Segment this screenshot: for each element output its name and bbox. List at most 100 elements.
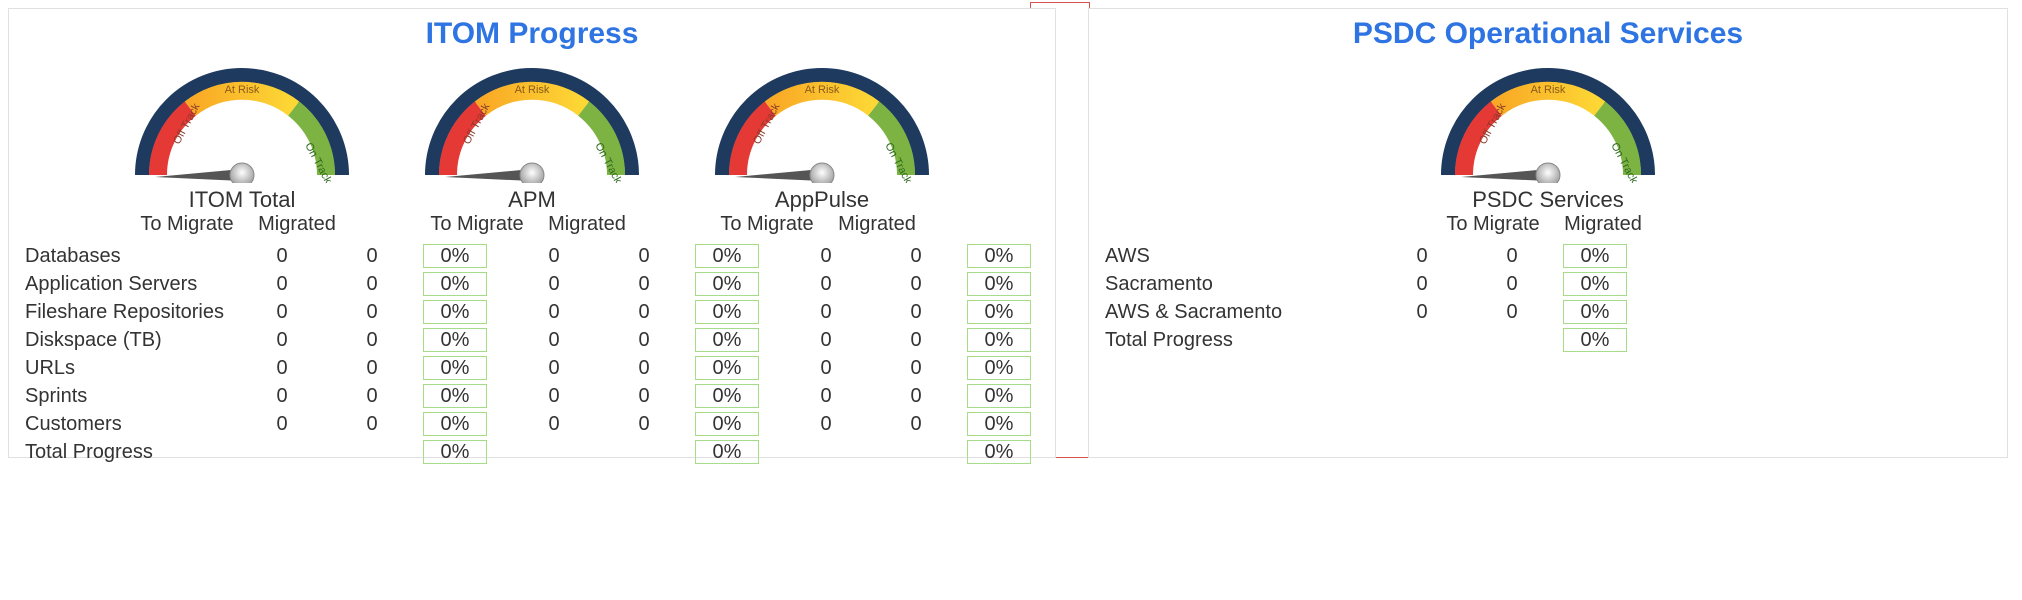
gauge-icon: Off Track At Risk On Track	[417, 57, 647, 183]
table-row: 000%	[235, 270, 489, 298]
cell-migrated: 0	[599, 385, 689, 408]
cell-migrated: 0	[327, 245, 417, 268]
table-row: 000%	[779, 354, 1033, 382]
cell-to-migrate: 0	[237, 273, 327, 296]
gauge-name: PSDC Services	[1472, 187, 1624, 213]
psdc-row-labels: AWSSacramentoAWS & SacramentoTotal Progr…	[1105, 242, 1315, 354]
header-migrated: Migrated	[247, 213, 347, 236]
gauge-needle	[445, 169, 532, 181]
cell-migrated: 0	[871, 301, 961, 324]
cell-migrated: 0	[599, 413, 689, 436]
header-to-migrate: To Migrate	[137, 213, 237, 236]
cell-migrated: 0	[599, 357, 689, 380]
cell-percent: 0%	[423, 412, 487, 436]
table-row: 000%	[779, 326, 1033, 354]
header-migrated: Migrated	[1553, 213, 1653, 236]
table-row: 000%	[1375, 242, 1629, 270]
cell-migrated: 0	[1467, 245, 1557, 268]
column-headers: To Migrate Migrated	[1443, 213, 1653, 236]
cell-migrated: 0	[1467, 301, 1557, 324]
cell-percent: 0%	[1563, 244, 1627, 268]
gauge-block: Off Track At Risk On Track APM To Migrat…	[407, 57, 657, 236]
cell-migrated: 0	[327, 273, 417, 296]
table-row: 0%	[507, 438, 761, 466]
cell-migrated: 0	[871, 357, 961, 380]
gauge-needle	[1461, 169, 1548, 181]
row-label: AWS & Sacramento	[1105, 298, 1315, 326]
table-row: 000%	[1375, 270, 1629, 298]
gauge-label-mid: At Risk	[515, 84, 550, 96]
table-row: 000%	[507, 410, 761, 438]
group-column: 000%000%000%0%	[1375, 242, 1629, 354]
gauge-hub	[810, 163, 834, 183]
gauge-block: Off Track At Risk On Track ITOM Total To…	[117, 57, 367, 236]
group-column: 000%000%000%000%000%000%000%0%	[507, 242, 761, 466]
itom-panel: ITOM Progress Off Track At Risk On Track…	[8, 8, 1056, 458]
cell-percent: 0%	[423, 328, 487, 352]
table-row: 000%	[507, 354, 761, 382]
table-row: 000%	[507, 270, 761, 298]
cell-migrated: 0	[1467, 273, 1557, 296]
table-row: 000%	[235, 410, 489, 438]
gauge-name: AppPulse	[775, 187, 869, 213]
gauge-label-mid: At Risk	[805, 84, 840, 96]
cell-percent: 0%	[423, 356, 487, 380]
cell-percent: 0%	[423, 384, 487, 408]
row-label: Customers	[25, 410, 235, 438]
table-row: 0%	[1375, 326, 1629, 354]
gauge-hub	[230, 163, 254, 183]
psdc-panel: PSDC Operational Services Off Track At R…	[1088, 8, 2008, 458]
cell-percent: 0%	[695, 384, 759, 408]
cell-to-migrate: 0	[1377, 301, 1467, 324]
cell-percent: 0%	[1563, 300, 1627, 324]
table-row: 000%	[507, 326, 761, 354]
header-to-migrate: To Migrate	[717, 213, 817, 236]
cell-percent: 0%	[967, 384, 1031, 408]
cell-to-migrate: 0	[237, 385, 327, 408]
cell-to-migrate: 0	[237, 245, 327, 268]
cell-percent: 0%	[967, 244, 1031, 268]
table-row: 00 0%	[1375, 298, 1629, 326]
psdc-gauges-row: Off Track At Risk On Track PSDC Services…	[1089, 57, 2007, 236]
group-column: 000%000%000%000%000%000%000%0%	[779, 242, 1033, 466]
column-headers: To Migrate Migrated	[137, 213, 347, 236]
cell-to-migrate: 0	[509, 301, 599, 324]
cell-percent: 0%	[967, 328, 1031, 352]
cell-migrated: 0	[871, 385, 961, 408]
cell-migrated: 0	[599, 273, 689, 296]
row-label: AWS	[1105, 242, 1315, 270]
cell-to-migrate: 0	[237, 329, 327, 352]
gauge-label-mid: At Risk	[1531, 84, 1566, 96]
table-row: 000%	[507, 242, 761, 270]
cell-to-migrate: 0	[781, 245, 871, 268]
row-label: URLs	[25, 354, 235, 382]
cell-to-migrate: 0	[509, 413, 599, 436]
cell-percent: 0%	[423, 244, 487, 268]
cell-to-migrate: 0	[781, 329, 871, 352]
cell-percent: 0%	[695, 440, 759, 464]
cell-to-migrate: 0	[781, 273, 871, 296]
cell-migrated: 0	[599, 329, 689, 352]
cell-percent: 0%	[695, 244, 759, 268]
gauge-needle	[735, 169, 822, 181]
gauge-name: APM	[508, 187, 556, 213]
header-to-migrate: To Migrate	[427, 213, 527, 236]
cell-to-migrate: 0	[237, 413, 327, 436]
gauge-needle	[155, 169, 242, 181]
row-label: Sprints	[25, 382, 235, 410]
gauge-block: Off Track At Risk On Track AppPulse To M…	[697, 57, 947, 236]
cell-percent: 0%	[695, 300, 759, 324]
cell-percent: 0%	[695, 272, 759, 296]
cell-migrated: 0	[599, 245, 689, 268]
itom-table: DatabasesApplication ServersFileshare Re…	[9, 242, 1055, 466]
gauge-hub	[520, 163, 544, 183]
header-migrated: Migrated	[537, 213, 637, 236]
cell-migrated: 0	[599, 301, 689, 324]
psdc-table: AWSSacramentoAWS & SacramentoTotal Progr…	[1089, 242, 2007, 354]
column-headers: To Migrate Migrated	[427, 213, 637, 236]
gauge-block: Off Track At Risk On Track PSDC Services…	[1423, 57, 1673, 236]
row-label: Sacramento	[1105, 270, 1315, 298]
table-row: 000%	[779, 382, 1033, 410]
cell-migrated: 0	[327, 301, 417, 324]
column-headers: To Migrate Migrated	[717, 213, 927, 236]
